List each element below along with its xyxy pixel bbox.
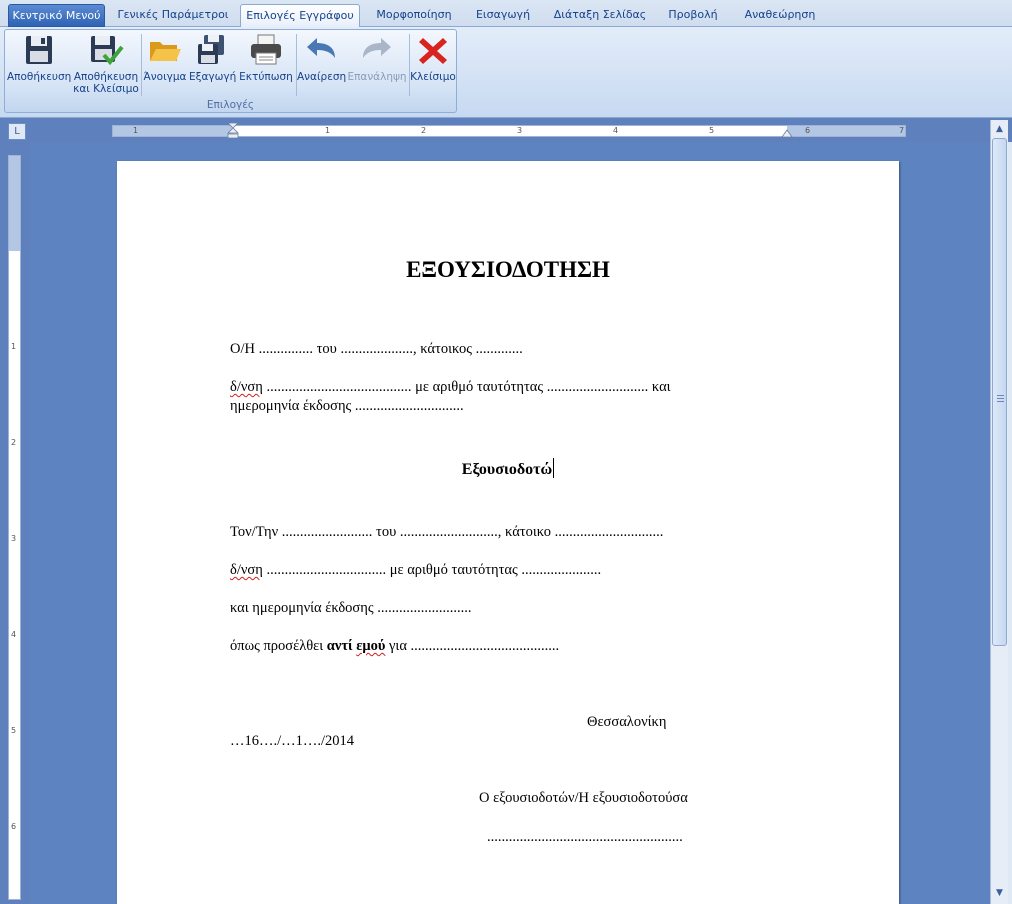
- paragraph-purpose: όπως προσέλθει αντί εμού για ...........…: [230, 638, 559, 655]
- redo-label: Επανάληψη: [347, 71, 407, 83]
- document-title: ΕΞΟΥΣΙΟΔΟΤΗΣΗ: [406, 257, 610, 282]
- ruler-number: 7: [899, 126, 905, 135]
- horizontal-ruler[interactable]: 1 1 2 3 4 5 6 7: [112, 123, 906, 139]
- scrollbar-thumb[interactable]: [992, 138, 1007, 646]
- ruler-number: 1: [325, 126, 331, 135]
- paragraph-address-2: δ/νση ................................. …: [230, 562, 601, 579]
- paragraph-agent: Τον/Την ......................... του ..…: [230, 524, 664, 540]
- ruler-number: 5: [709, 126, 715, 135]
- scroll-down-arrow-icon[interactable]: ▼: [993, 886, 1006, 900]
- tab-main-menu[interactable]: Κεντρικό Μενού: [8, 4, 105, 27]
- spelling-flag: δ/νση: [230, 379, 263, 395]
- save-button[interactable]: Αποθήκευση: [7, 33, 71, 83]
- right-indent-marker[interactable]: [781, 127, 793, 138]
- document-page[interactable]: ΕΞΟΥΣΙΟΔΟΤΗΣΗ Ο/Η ............... του ..…: [117, 161, 899, 904]
- ruler-number: 1: [11, 342, 17, 351]
- ribbon: Αποθήκευση Αποθήκευση και Κλείσιμο Άνοιγ…: [0, 27, 1012, 118]
- ruler-number: 6: [11, 822, 17, 831]
- open-label: Άνοιγμα: [143, 71, 187, 83]
- options-group: Αποθήκευση Αποθήκευση και Κλείσιμο Άνοιγ…: [4, 29, 457, 113]
- horizontal-ruler-area: L 1 1 2 3 4 5 6 7: [0, 118, 1012, 142]
- undo-button[interactable]: Αναίρεση: [297, 33, 347, 83]
- print-label: Εκτύπωση: [239, 71, 293, 83]
- save-icon: [21, 33, 57, 67]
- bold-text: αντί: [326, 638, 357, 654]
- signature-line: ........................................…: [487, 829, 683, 845]
- save-close-label-2: και Κλείσιμο: [73, 83, 139, 95]
- paragraph-issue-date-2: και ημερομηνία έκδοσης .................…: [230, 600, 472, 616]
- paragraph-address-1: δ/νση ..................................…: [230, 379, 671, 396]
- save-and-close-button[interactable]: Αποθήκευση και Κλείσιμο: [73, 33, 139, 95]
- open-button[interactable]: Άνοιγμα: [143, 33, 187, 83]
- ruler-number: 6: [805, 126, 811, 135]
- paragraph-principal: Ο/Η ............... του ................…: [230, 341, 523, 357]
- text-span: ........................................…: [262, 379, 671, 395]
- ruler-number: 4: [11, 630, 17, 639]
- group-label: Επιλογές: [206, 99, 255, 111]
- undo-label: Αναίρεση: [297, 71, 347, 83]
- ruler-number: 3: [11, 534, 17, 543]
- tab-insert[interactable]: Εισαγωγή: [470, 4, 536, 27]
- tab-general-parameters[interactable]: Γενικές Παράμετροι: [114, 4, 232, 27]
- printer-icon: [248, 33, 284, 67]
- text-span: ................................. με αρι…: [262, 562, 602, 578]
- save-label: Αποθήκευση: [7, 71, 72, 83]
- scroll-grip-icon: [997, 395, 1004, 402]
- ruler-number: 3: [517, 126, 523, 135]
- text-span: όπως προσέλθει: [230, 638, 327, 654]
- ribbon-tab-bar: Κεντρικό Μενού Γενικές Παράμετροι Επιλογ…: [0, 0, 1012, 28]
- tab-formatting[interactable]: Μορφοποίηση: [368, 4, 460, 27]
- undo-icon: [303, 33, 339, 67]
- spelling-flag: δ/νση: [230, 562, 263, 578]
- ruler-number: 2: [11, 438, 17, 447]
- redo-button[interactable]: Επανάληψη: [347, 33, 407, 83]
- close-button[interactable]: Κλείσιμο: [410, 33, 456, 83]
- city: Θεσσαλονίκη: [587, 714, 667, 730]
- paragraph-issue-date-1: ημερομηνία έκδοσης .....................…: [230, 398, 464, 414]
- heading-text: Εξουσιοδοτώ: [461, 461, 553, 478]
- tab-page-layout[interactable]: Διάταξη Σελίδας: [548, 4, 652, 27]
- export-icon: [194, 33, 230, 67]
- scroll-up-arrow-icon[interactable]: ▲: [993, 122, 1006, 136]
- ruler-number: 4: [613, 126, 619, 135]
- bold-spelling-flag: εμού: [356, 638, 386, 654]
- tab-document-options[interactable]: Επιλογές Εγγράφου: [240, 4, 360, 28]
- text-caret: [553, 458, 555, 478]
- tab-view[interactable]: Προβολή: [662, 4, 724, 27]
- separator: [141, 34, 142, 96]
- vertical-ruler[interactable]: 1 2 3 4 5 6: [8, 155, 21, 900]
- save-close-icon: [88, 33, 124, 67]
- save-close-label-1: Αποθήκευση: [73, 71, 139, 83]
- section-heading: Εξουσιοδοτώ: [117, 458, 899, 479]
- text-span: για ....................................…: [385, 638, 560, 654]
- folder-open-icon: [147, 33, 183, 67]
- print-button[interactable]: Εκτύπωση: [237, 33, 295, 83]
- vertical-scrollbar[interactable]: ▲ ▼: [990, 120, 1008, 904]
- export-label: Εξαγωγή: [189, 71, 237, 83]
- signatory: Ο εξουσιοδοτών/Η εξουσιοδοτούσα: [479, 790, 688, 806]
- ruler-number: 2: [421, 126, 427, 135]
- indent-marker[interactable]: [227, 123, 239, 139]
- export-button[interactable]: Εξαγωγή: [189, 33, 237, 83]
- ruler-number: 1: [133, 126, 139, 135]
- tab-selector[interactable]: L: [8, 123, 26, 140]
- ruler-top-margin: [9, 156, 20, 251]
- close-icon: [415, 33, 451, 67]
- tab-review[interactable]: Αναθεώρηση: [736, 4, 824, 27]
- close-label: Κλείσιμο: [410, 71, 456, 83]
- date: …16…./…1…./2014: [230, 733, 355, 749]
- redo-icon: [359, 33, 395, 67]
- ruler-number: 5: [11, 726, 17, 735]
- ruler-left-margin: [113, 126, 233, 136]
